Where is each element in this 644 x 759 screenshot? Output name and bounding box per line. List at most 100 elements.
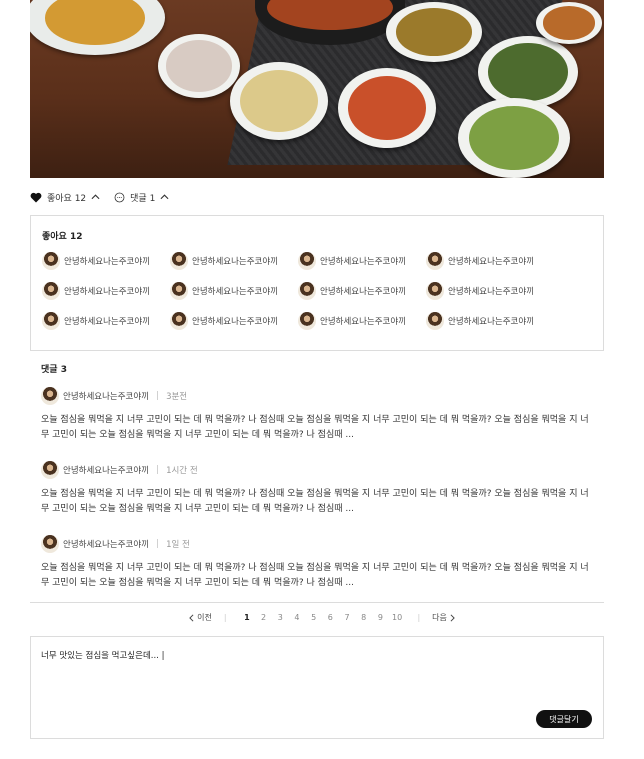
section-divider [30, 602, 604, 603]
liker-item[interactable]: 안녕하세요나는주코야끼 [42, 252, 170, 270]
liker-name: 안녕하세요나는주코야끼 [64, 257, 151, 267]
next-page-button[interactable]: 다음 [432, 612, 455, 623]
liker-item[interactable]: 안녕하세요나는주코야끼 [42, 312, 170, 330]
avatar [426, 252, 444, 270]
liker-name: 안녕하세요나는주코야끼 [64, 317, 151, 327]
page-number[interactable]: 2 [255, 613, 272, 622]
avatar [42, 282, 60, 300]
avatar[interactable] [41, 387, 59, 405]
liker-name: 안녕하세요나는주코야끼 [320, 287, 407, 297]
anchovy-bowl [478, 36, 578, 108]
liker-item[interactable]: 안녕하세요나는주코야끼 [42, 282, 170, 300]
liker-item[interactable]: 안녕하세요나는주코야끼 [170, 252, 298, 270]
comment-author[interactable]: 안녕하세요나는주코야끼 [63, 464, 149, 476]
comment-item: 안녕하세요나는주코야끼 | 1일 전 오늘 점심을 뭐먹을 지 너무 고민이 되… [41, 535, 593, 591]
prev-label: 이전 [197, 613, 212, 622]
avatar [42, 252, 60, 270]
page-number[interactable]: 1 [239, 613, 256, 622]
comment-time: 1시간 전 [166, 466, 198, 476]
bean-bowl [386, 2, 482, 62]
pager-separator: | [223, 613, 227, 622]
likes-panel: 좋아요 12 안녕하세요나는주코야끼 안녕하세요나는주코야끼 안녕하세요나는주코… [30, 215, 604, 351]
comment-text: 오늘 점심을 뭐먹을 지 너무 고민이 되는 데 뭐 먹을까? 나 점심때 오늘… [41, 415, 589, 440]
vegetable-bowl [458, 98, 570, 178]
comments-title: 댓글 3 [41, 365, 67, 375]
reaction-bar: 좋아요 12 댓글 1 [30, 189, 169, 205]
page-number[interactable]: 6 [322, 613, 339, 622]
comment-time: 3분전 [166, 392, 188, 402]
liker-name: 안녕하세요나는주코야끼 [448, 257, 535, 267]
side-dish-plate [30, 0, 165, 55]
chevron-up-icon [160, 194, 169, 200]
page-number[interactable]: 4 [289, 613, 306, 622]
comment-input-box: 너무 맛있는 점심을 먹고싶은데... | 댓글달기 [30, 636, 604, 739]
liker-name: 안녕하세요나는주코야끼 [320, 317, 407, 327]
avatar [170, 252, 188, 270]
page-number[interactable]: 8 [355, 613, 372, 622]
page-number[interactable]: 3 [272, 613, 289, 622]
liker-item[interactable]: 안녕하세요나는주코야끼 [170, 282, 298, 300]
comment-toggle[interactable]: 댓글 1 [114, 191, 169, 204]
avatar [426, 312, 444, 330]
liker-name: 안녕하세요나는주코야끼 [448, 317, 535, 327]
comment-meta: 안녕하세요나는주코야끼 | 1시간 전 [41, 461, 593, 479]
page-number[interactable]: 9 [372, 613, 389, 622]
liker-item[interactable]: 안녕하세요나는주코야끼 [298, 252, 426, 270]
avatar [298, 252, 316, 270]
sauce-bowl [536, 2, 602, 44]
comment-count-label: 댓글 1 [130, 193, 156, 204]
post-photo [30, 0, 604, 178]
submit-comment-button[interactable]: 댓글달기 [536, 710, 592, 728]
rice-bowl [158, 34, 240, 98]
avatar[interactable] [41, 461, 59, 479]
avatar [426, 282, 444, 300]
comment-bubble-icon [114, 192, 125, 202]
soup-bowl [230, 62, 328, 140]
avatar [298, 282, 316, 300]
page-numbers: 1 2 3 4 5 6 7 8 9 10 [239, 613, 406, 622]
liker-item[interactable]: 안녕하세요나는주코야끼 [298, 312, 426, 330]
comment-item: 안녕하세요나는주코야끼 | 1시간 전 오늘 점심을 뭐먹을 지 너무 고민이 … [41, 461, 593, 517]
liker-name: 안녕하세요나는주코야끼 [320, 257, 407, 267]
chevron-up-icon [91, 194, 100, 200]
next-label: 다음 [432, 613, 447, 622]
pagination: 이전 | 1 2 3 4 5 6 7 8 9 10 | 다음 [0, 612, 644, 623]
liker-name: 안녕하세요나는주코야끼 [192, 287, 279, 297]
page-number[interactable]: 10 [389, 613, 406, 622]
comment-textarea[interactable]: 너무 맛있는 점심을 먹고싶은데... | [41, 649, 593, 709]
avatar[interactable] [41, 535, 59, 553]
like-count-label: 좋아요 12 [47, 193, 87, 204]
comment-text: 오늘 점심을 뭐먹을 지 너무 고민이 되는 데 뭐 먹을까? 나 점심때 오늘… [41, 563, 589, 588]
comment-author[interactable]: 안녕하세요나는주코야끼 [63, 390, 149, 402]
comment-meta: 안녕하세요나는주코야끼 | 3분전 [41, 387, 593, 405]
page-number[interactable]: 5 [305, 613, 322, 622]
pager-separator: | [417, 613, 421, 622]
liker-name: 안녕하세요나는주코야끼 [64, 287, 151, 297]
heart-icon [30, 192, 42, 202]
chevron-left-icon [189, 613, 194, 622]
comment-author[interactable]: 안녕하세요나는주코야끼 [63, 538, 149, 550]
avatar [42, 312, 60, 330]
avatar [170, 282, 188, 300]
chevron-right-icon [450, 613, 455, 622]
liker-item[interactable]: 안녕하세요나는주코야끼 [170, 312, 298, 330]
likes-title: 좋아요 12 [42, 232, 83, 242]
kimchi-bowl [338, 68, 436, 148]
prev-page-button[interactable]: 이전 [189, 612, 212, 623]
avatar [170, 312, 188, 330]
liker-item[interactable]: 안녕하세요나는주코야끼 [298, 282, 426, 300]
liker-name: 안녕하세요나는주코야끼 [192, 257, 279, 267]
comment-time: 1일 전 [166, 540, 190, 550]
liker-name: 안녕하세요나는주코야끼 [448, 287, 535, 297]
meta-separator: | [156, 539, 160, 549]
liker-name: 안녕하세요나는주코야끼 [192, 317, 279, 327]
page-number[interactable]: 7 [339, 613, 356, 622]
like-toggle[interactable]: 좋아요 12 [30, 191, 100, 204]
comment-item: 안녕하세요나는주코야끼 | 3분전 오늘 점심을 뭐먹을 지 너무 고민이 되는… [41, 387, 593, 443]
avatar [298, 312, 316, 330]
liker-item[interactable]: 안녕하세요나는주코야끼 [426, 252, 554, 270]
liker-item[interactable]: 안녕하세요나는주코야끼 [426, 312, 554, 330]
meta-separator: | [156, 465, 160, 475]
liker-item[interactable]: 안녕하세요나는주코야끼 [426, 282, 554, 300]
meta-separator: | [156, 391, 160, 401]
